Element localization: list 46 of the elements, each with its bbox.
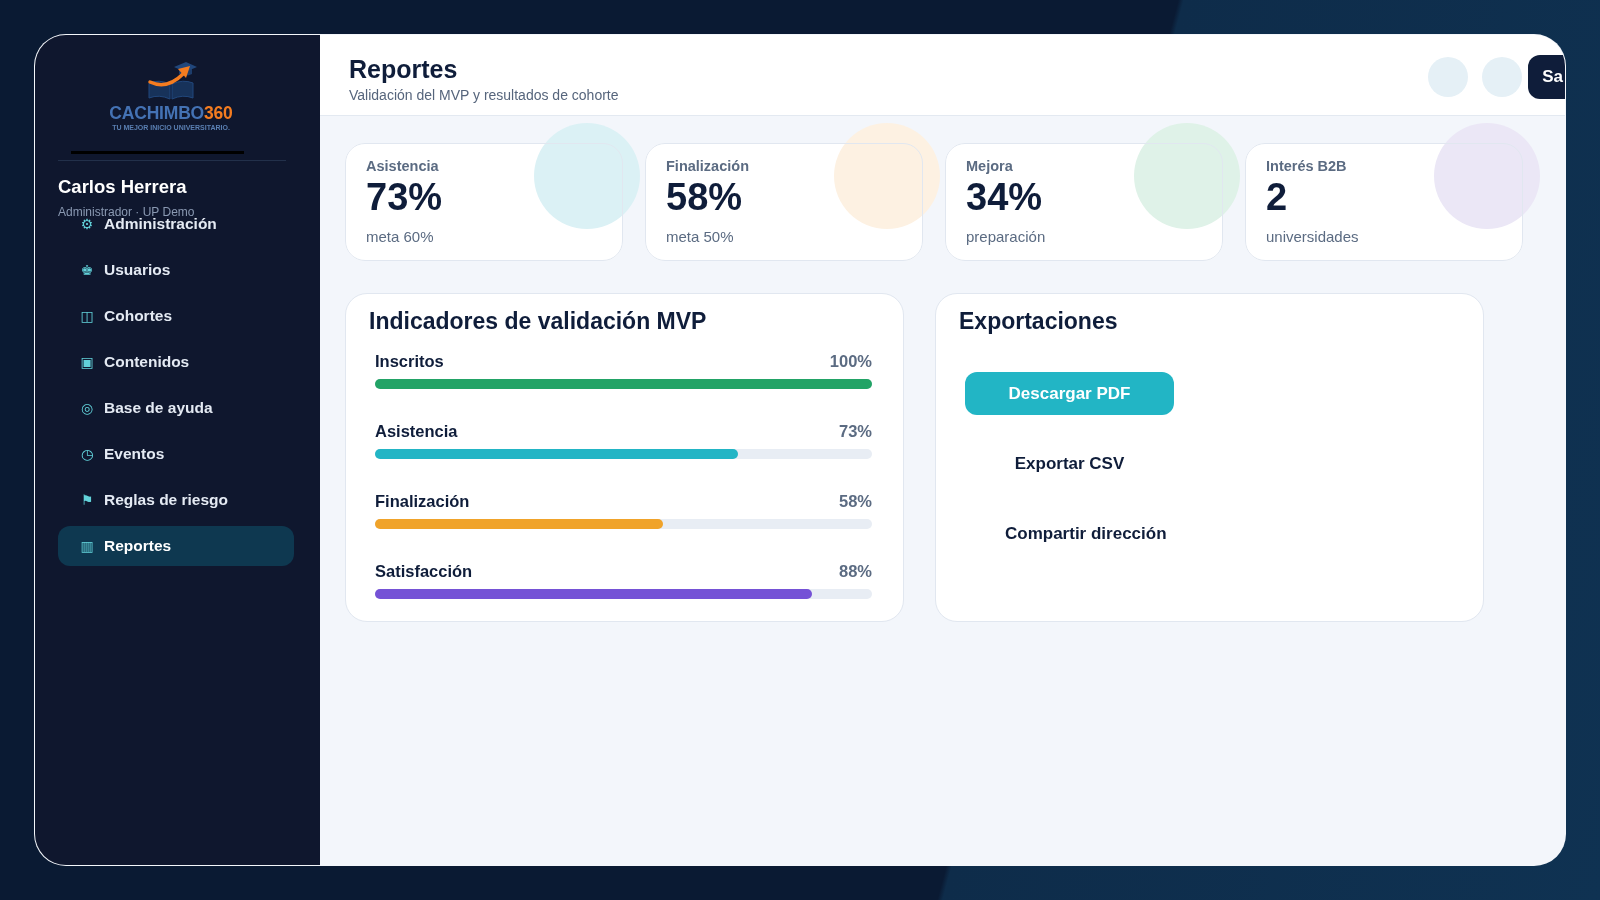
user-role: Administrador · UP Demo <box>58 205 195 219</box>
sidebar-item[interactable]: ▥ Reportes <box>58 526 294 566</box>
page-title: Reportes <box>349 54 459 83</box>
stat-label: Finalización <box>666 157 749 175</box>
indicator-label: Asistencia <box>375 421 458 441</box>
sidebar-item[interactable]: ◎ Base de ayuda <box>58 388 294 428</box>
user-name: Carlos Herrera <box>58 176 188 198</box>
flag-icon: ⚑ <box>80 492 94 508</box>
stat-label: Asistencia <box>366 157 439 175</box>
stat-note: meta 60% <box>366 228 434 246</box>
book-logo-icon <box>145 61 197 101</box>
indicator-value: 58% <box>838 491 872 511</box>
sidebar-item[interactable]: ◷ Eventos <box>58 434 294 474</box>
stat-note: universidades <box>1266 228 1359 246</box>
gear-icon: ⚙ <box>80 216 94 232</box>
export-button[interactable]: Exportar CSV <box>965 442 1174 485</box>
stat-label: Interés B2B <box>1266 157 1347 175</box>
export-button[interactable]: Compartir dirección <box>965 512 1207 555</box>
sidebar-item[interactable]: ◫ Cohortes <box>58 296 294 336</box>
page-subtitle: Validación del MVP y resultados de cohorte <box>349 86 619 104</box>
stat-note: preparación <box>966 228 1046 246</box>
indicator-label: Satisfacción <box>375 561 473 581</box>
logo-wordmark: CACHIMBO360 <box>109 104 233 122</box>
stat-value: 73% <box>366 177 443 217</box>
stat-label: Mejora <box>966 157 1013 175</box>
clock-icon: ◷ <box>80 446 94 462</box>
sidebar-item[interactable]: ♚ Usuarios <box>58 250 294 290</box>
stat-note: meta 50% <box>666 228 734 246</box>
indicator-label: Inscritos <box>375 351 444 371</box>
header-action-button[interactable]: Sa <box>1528 54 1565 99</box>
stat-value: 58% <box>666 177 743 217</box>
stat-value: 2 <box>1266 177 1288 217</box>
panel-title: Indicadores de validación MVP <box>369 308 707 334</box>
target-icon: ◎ <box>80 400 94 416</box>
stat-value: 34% <box>966 177 1043 217</box>
indicator-value: 88% <box>838 561 872 581</box>
sidebar-item[interactable]: ▣ Contenidos <box>58 342 294 382</box>
chess-king-icon: ♚ <box>80 262 94 278</box>
split-square-icon: ◫ <box>80 308 94 324</box>
sidebar-item[interactable]: ⚑ Reglas de riesgo <box>58 480 294 520</box>
panel-title: Exportaciones <box>959 308 1118 334</box>
indicator-value: 73% <box>838 421 872 441</box>
striped-square-icon: ▥ <box>80 538 94 554</box>
indicator-label: Finalización <box>375 491 470 511</box>
indicator-value: 100% <box>829 351 872 371</box>
filled-square-icon: ▣ <box>80 354 94 370</box>
